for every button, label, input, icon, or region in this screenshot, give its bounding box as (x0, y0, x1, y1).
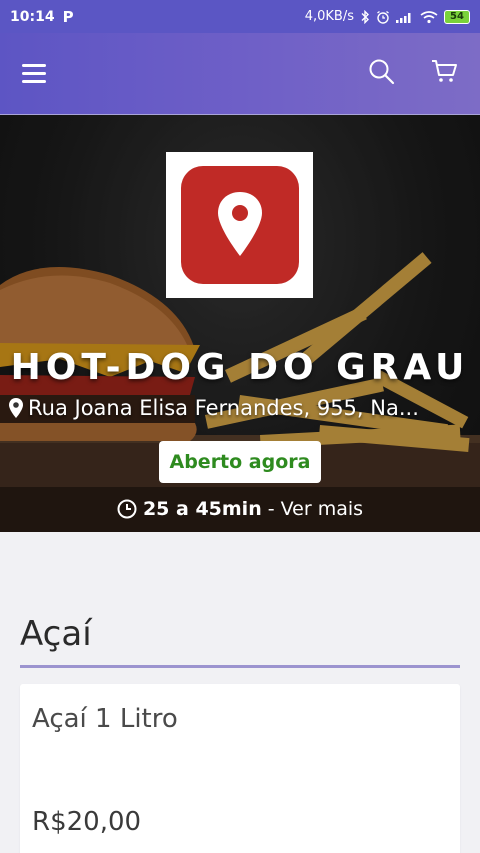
menu-button[interactable] (22, 64, 46, 84)
bluetooth-icon (361, 9, 369, 24)
section-title: Açaí (20, 614, 92, 654)
status-right: 4,0KB/s 54 (305, 9, 470, 24)
section-divider (20, 665, 460, 668)
see-more-link[interactable]: - Ver mais (268, 498, 363, 520)
logo-background (180, 166, 299, 284)
location-pin-icon (9, 398, 23, 418)
store-name: HOT-DOG DO GRAU (10, 347, 470, 388)
delivery-info: 25 a 45min - Ver mais (0, 498, 480, 520)
app-bar (0, 33, 480, 115)
status-time: 10:14 (10, 8, 55, 25)
status-left: 10:14 P (10, 8, 74, 26)
product-name: Açaí 1 Litro (32, 704, 178, 734)
address-text: Rua Joana Elisa Fernandes, 955, Na... (28, 396, 419, 420)
app-notification-icon: P (62, 7, 74, 26)
hamburger-menu-line (22, 72, 46, 75)
search-button[interactable] (368, 58, 398, 88)
battery-icon: 54 (444, 9, 470, 24)
open-status-badge: Aberto agora (159, 441, 321, 483)
clock-icon (117, 499, 137, 519)
store-logo (166, 152, 313, 298)
map-pin-icon (217, 192, 262, 256)
store-address: Rua Joana Elisa Fernandes, 955, Na... (8, 396, 472, 420)
hamburger-menu-line (22, 80, 46, 83)
delivery-time: 25 a 45min (142, 498, 262, 520)
product-card[interactable]: Açaí 1 Litro R$20,00 (20, 684, 460, 853)
cart-button[interactable] (430, 57, 460, 87)
network-speed: 4,0KB/s (304, 9, 354, 24)
search-icon (369, 59, 395, 85)
cart-icon (432, 60, 457, 82)
wifi-icon (420, 10, 438, 23)
alarm-icon (377, 10, 389, 24)
signal-icon (396, 12, 411, 23)
status-bar: 10:14 P 4,0KB/s 54 (0, 0, 480, 33)
hamburger-menu-icon (22, 64, 46, 67)
store-hero-banner: HOT-DOG DO GRAU Rua Joana Elisa Fernande… (0, 115, 480, 532)
product-price: R$20,00 (32, 807, 142, 837)
